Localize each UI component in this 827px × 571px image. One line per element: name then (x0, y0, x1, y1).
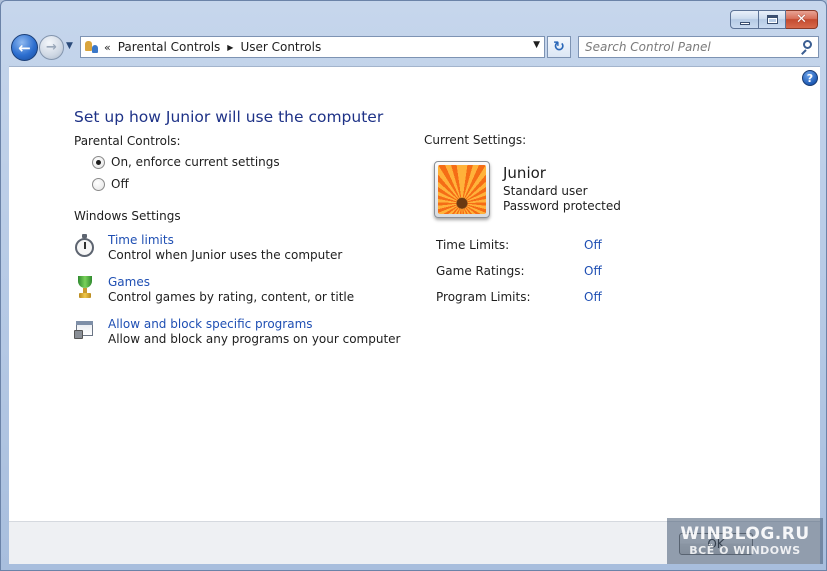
trophy-icon (73, 275, 97, 299)
search-input[interactable] (585, 40, 785, 54)
program-lock-icon (73, 317, 97, 341)
windows-settings-heading: Windows Settings (74, 209, 181, 223)
radio-off-label: Off (111, 177, 129, 191)
user-avatar (434, 161, 490, 218)
time-limits-label: Time Limits: (436, 238, 510, 252)
allow-block-programs-link[interactable]: Allow and block specific programs (108, 317, 401, 332)
program-limits-value[interactable]: Off (584, 290, 602, 304)
arrow-left-icon: ← (18, 38, 31, 57)
chevron-down-icon: ▼ (66, 41, 73, 51)
recent-pages-button[interactable]: ▼ (66, 41, 73, 51)
radio-on-label: On, enforce current settings (111, 155, 280, 169)
user-name: Junior (503, 164, 546, 182)
search-box (578, 36, 819, 58)
address-bar[interactable]: « Parental Controls ▶ User Controls ▼ (80, 36, 545, 58)
close-icon: ✕ (796, 12, 807, 27)
watermark-line-2: ВСЁ О WINDOWS (689, 544, 801, 557)
time-limits-link[interactable]: Time limits (108, 233, 342, 248)
radio-on[interactable]: On, enforce current settings (92, 155, 280, 169)
time-limits-description: Control when Junior uses the computer (108, 248, 343, 262)
refresh-button[interactable]: ↻ (547, 36, 571, 58)
help-button[interactable]: ? (802, 70, 818, 86)
search-icon[interactable] (800, 40, 812, 55)
maximize-icon (766, 15, 778, 24)
watermark: WINBLOG.RU ВСЁ О WINDOWS (667, 518, 823, 564)
minimize-button[interactable] (730, 10, 759, 29)
address-overflow-chevron[interactable]: « (104, 41, 111, 54)
breadcrumb-parental-controls[interactable]: Parental Controls (118, 40, 221, 54)
app-window: ✕ ← → ▼ « Parental Controls ▶ User Contr… (0, 0, 827, 571)
game-ratings-value[interactable]: Off (584, 264, 602, 278)
breadcrumb-separator-icon[interactable]: ▶ (227, 43, 233, 52)
back-button[interactable]: ← (11, 34, 38, 61)
refresh-icon: ↻ (553, 39, 565, 55)
radio-button-on[interactable] (92, 155, 105, 169)
maximize-button[interactable] (759, 10, 786, 29)
help-icon: ? (806, 71, 814, 85)
radio-off[interactable]: Off (92, 177, 129, 191)
allow-block-programs-description: Allow and block any programs on your com… (108, 332, 401, 346)
games-link[interactable]: Games (108, 275, 354, 290)
close-button[interactable]: ✕ (786, 10, 818, 29)
watermark-line-1: WINBLOG.RU (680, 524, 810, 544)
main-content: ? Set up how Junior will use the compute… (9, 66, 820, 521)
current-settings-heading: Current Settings: (424, 133, 527, 147)
address-dropdown-icon[interactable]: ▼ (533, 40, 540, 50)
forward-button[interactable]: → (39, 35, 64, 60)
flower-picture-icon (438, 165, 486, 214)
arrow-right-icon: → (46, 40, 57, 55)
user-password-status: Password protected (503, 199, 621, 213)
games-description: Control games by rating, content, or tit… (108, 290, 355, 304)
game-ratings-label: Game Ratings: (436, 264, 525, 278)
stopwatch-icon (73, 233, 97, 257)
page-title: Set up how Junior will use the computer (74, 108, 384, 126)
radio-button-off[interactable] (92, 177, 105, 191)
user-account-type: Standard user (503, 184, 588, 198)
setting-time-limits: Time limits Control when Junior uses the… (73, 233, 342, 263)
setting-programs: Allow and block specific programs Allow … (73, 317, 401, 347)
setting-games: Games Control games by rating, content, … (73, 275, 354, 305)
program-limits-label: Program Limits: (436, 290, 531, 304)
minimize-icon (739, 21, 750, 25)
caption-buttons: ✕ (730, 10, 818, 29)
time-limits-value[interactable]: Off (584, 238, 602, 252)
parental-controls-heading: Parental Controls: (74, 134, 181, 148)
parental-controls-icon (84, 39, 100, 55)
breadcrumb-user-controls[interactable]: User Controls (240, 40, 321, 54)
